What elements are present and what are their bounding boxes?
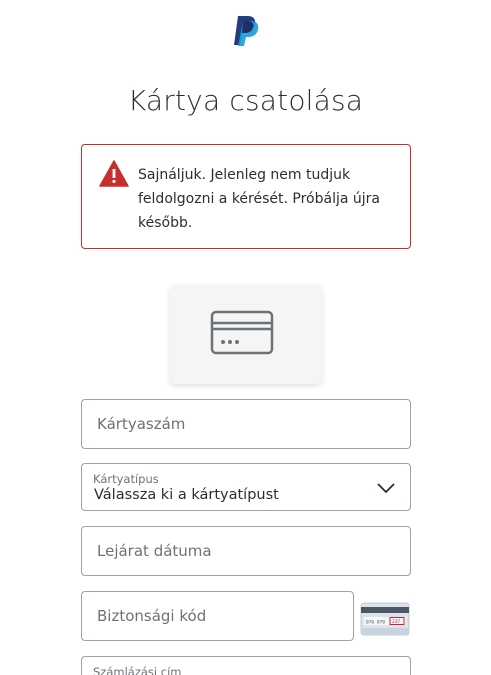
credit-card-icon [210, 310, 274, 355]
expiry-date-field[interactable]: Lejárat dátuma [81, 526, 411, 576]
cvv-code: 237 [392, 619, 400, 625]
warning-triangle-icon [99, 160, 129, 187]
cvv-card-icon: 076 870 237 [360, 602, 410, 636]
billing-address-field[interactable]: Számlázási cím [81, 656, 411, 675]
card-type-value: Válassza ki a kártyatípust [94, 487, 279, 503]
cvv-digits: 076 870 [366, 620, 385, 626]
card-preview [170, 285, 322, 384]
error-message: Sajnáljuk. Jelenleg nem tudjuk feldolgoz… [138, 167, 380, 231]
card-number-placeholder: Kártyaszám [97, 415, 186, 433]
billing-address-label: Számlázási cím [93, 665, 182, 675]
security-code-field[interactable]: Biztonsági kód [81, 591, 354, 641]
paypal-logo-icon [233, 15, 259, 47]
error-alert: Sajnáljuk. Jelenleg nem tudjuk feldolgoz… [81, 144, 411, 249]
expiry-date-placeholder: Lejárat dátuma [97, 542, 212, 560]
chevron-down-icon [376, 480, 396, 494]
page-title: Kártya csatolása [127, 84, 364, 117]
card-type-select[interactable]: Kártyatípus Válassza ki a kártyatípust [81, 463, 411, 511]
add-card-page: Kártya csatolása Sajnáljuk. Jelenleg nem… [0, 0, 491, 675]
card-type-label: Kártyatípus [93, 472, 159, 486]
card-number-field[interactable]: Kártyaszám [81, 399, 411, 449]
security-code-placeholder: Biztonsági kód [97, 607, 207, 625]
